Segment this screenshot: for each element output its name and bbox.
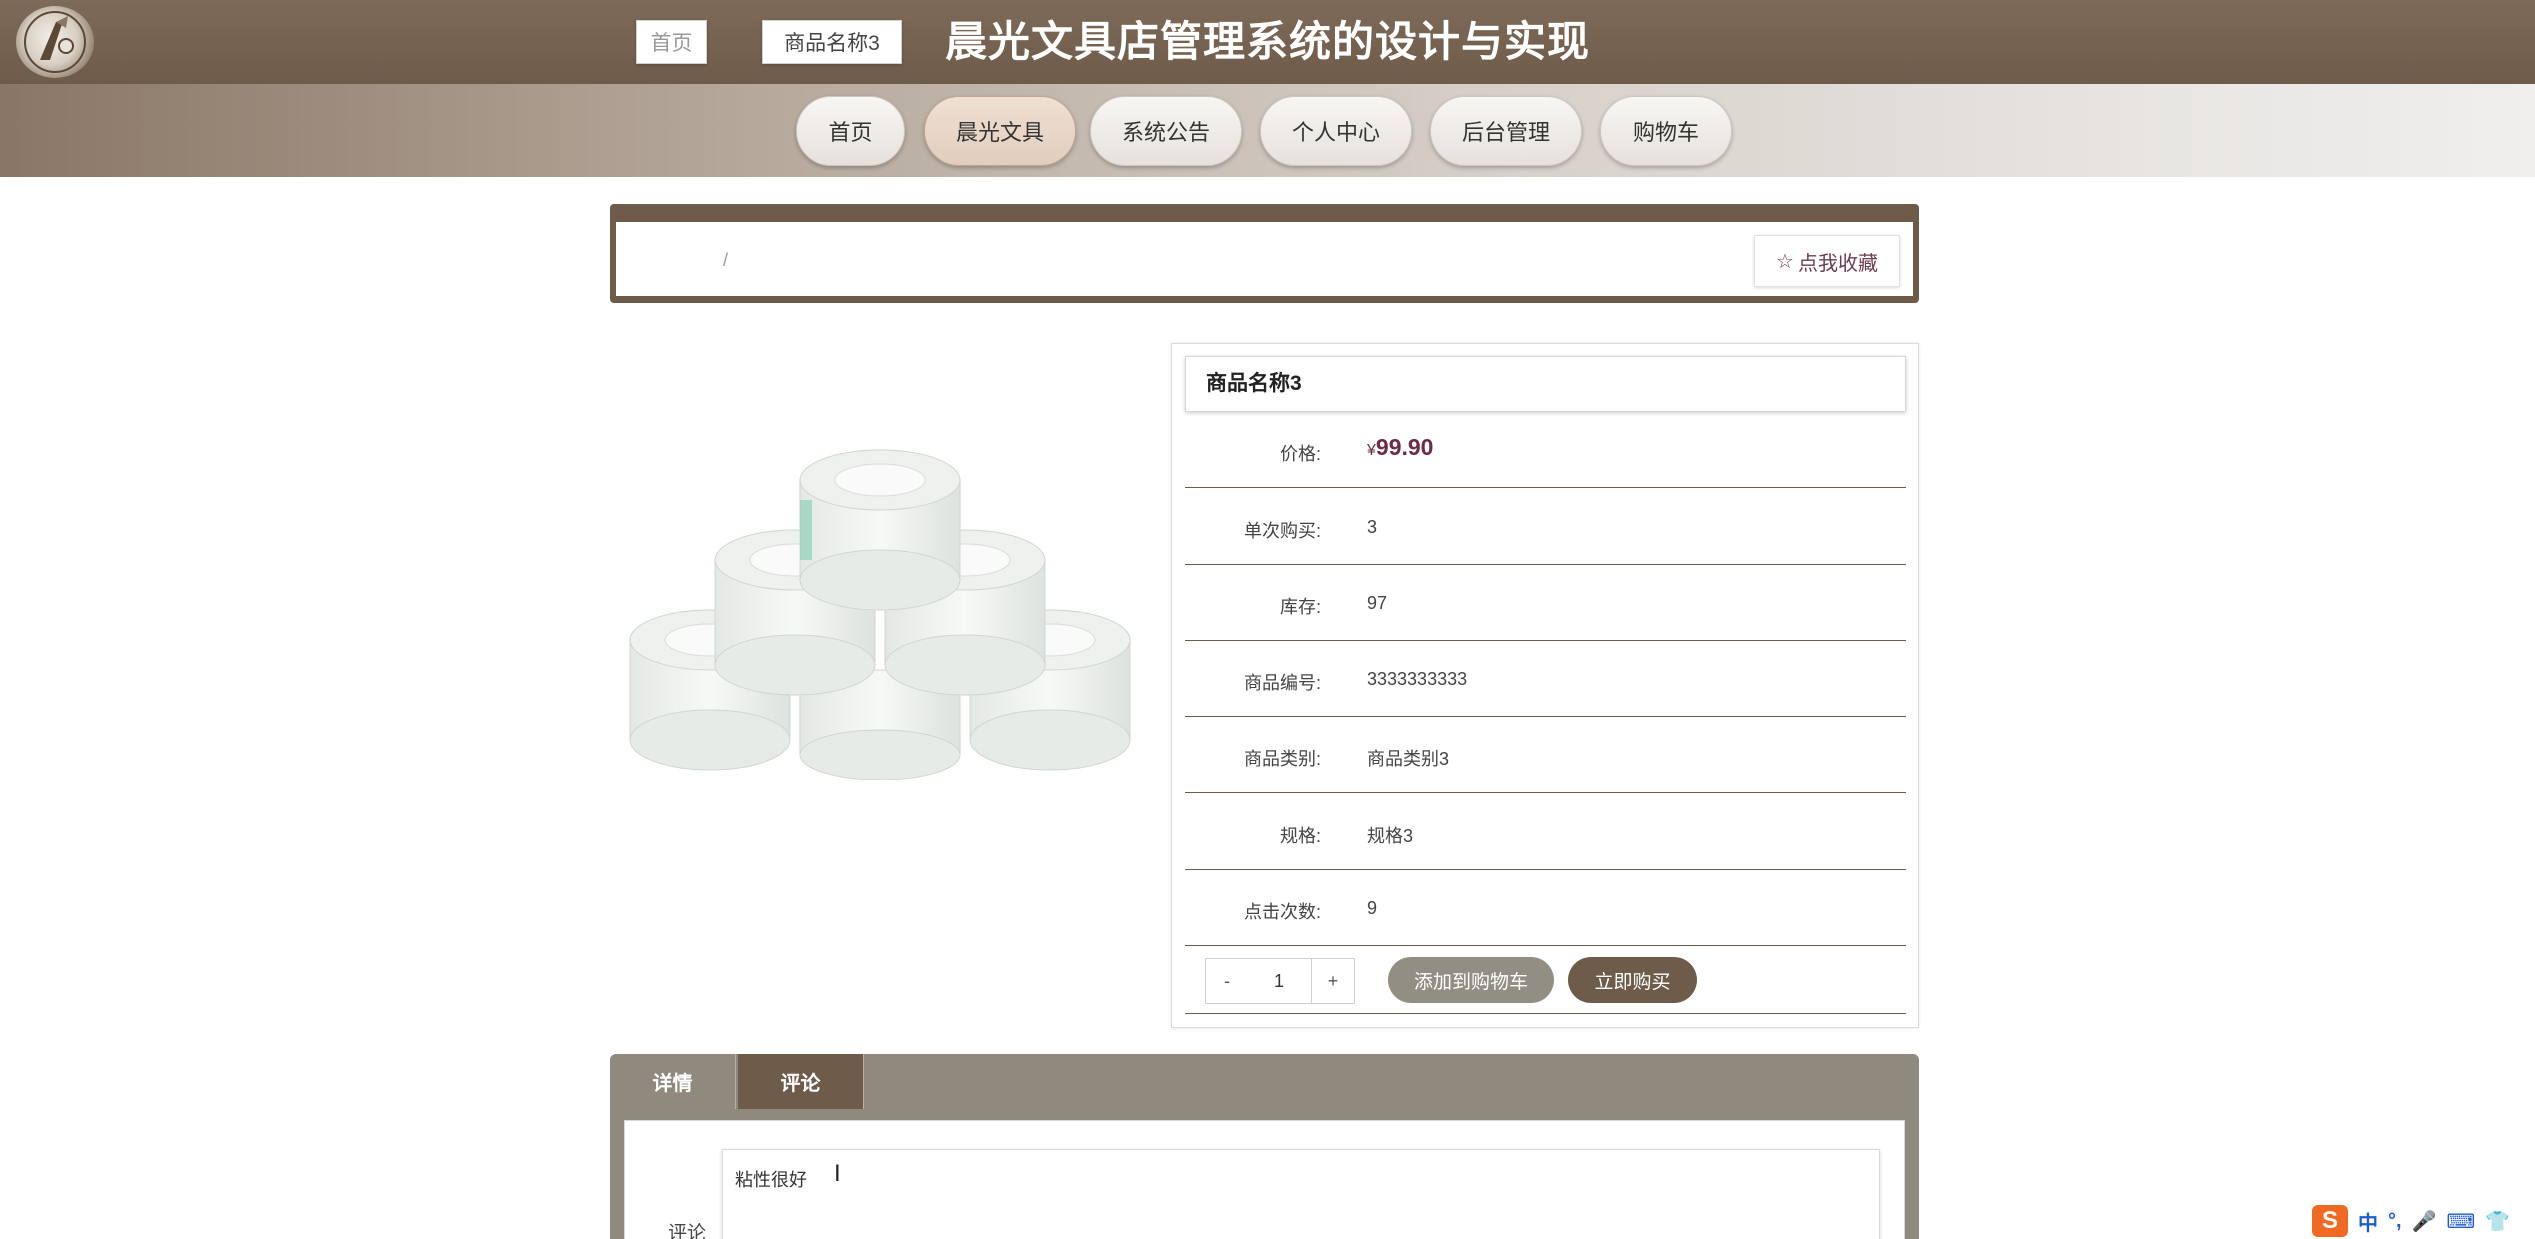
- purchase-limit-value: 3: [1367, 517, 1378, 537]
- click-count-label: 点击次数:: [1243, 902, 1321, 922]
- info-row-spec: 规格: 规格3: [1185, 794, 1906, 870]
- keyboard-icon[interactable]: ⌨: [2446, 1209, 2475, 1234]
- comment-textarea[interactable]: 粘性很好: [722, 1149, 1880, 1239]
- add-to-cart-button[interactable]: 添加到购物车: [1388, 957, 1554, 1003]
- info-row-product-code: 商品编号: 3333333333: [1185, 641, 1906, 717]
- breadcrumb-bar: [616, 222, 1913, 296]
- product-name: 商品名称3: [1185, 356, 1906, 412]
- info-row-stock: 库存: 97: [1185, 565, 1906, 641]
- product-code-value: 3333333333: [1367, 669, 1468, 689]
- quantity-decrease-button[interactable]: -: [1205, 958, 1249, 1004]
- nav-admin[interactable]: 后台管理: [1430, 96, 1582, 166]
- stock-label: 库存:: [1279, 597, 1321, 617]
- click-count-value: 9: [1367, 898, 1378, 918]
- comment-label: 评论: [668, 1223, 707, 1239]
- category-label: 商品类别:: [1243, 749, 1321, 769]
- breadcrumb-panel: [610, 204, 1919, 303]
- tape-rolls-image: [620, 440, 1140, 781]
- nav-chenguang-stationery[interactable]: 晨光文具: [924, 96, 1076, 166]
- spec-label: 规格:: [1279, 826, 1321, 846]
- ime-punctuation-icon[interactable]: °,: [2388, 1210, 2402, 1233]
- favorite-button[interactable]: ☆ 点我收藏: [1754, 235, 1900, 287]
- purchase-actions: - + 添加到购物车 立即购买: [1185, 948, 1906, 1014]
- info-row-purchase-limit: 单次购买: 3: [1185, 489, 1906, 565]
- shirt-icon[interactable]: 👕: [2485, 1209, 2510, 1234]
- ime-toolbar: S 中 °, 🎤 ⌨ 👕: [2312, 1203, 2535, 1239]
- ime-chinese-mode[interactable]: 中: [2358, 1207, 2378, 1236]
- buy-now-button[interactable]: 立即购买: [1568, 957, 1697, 1003]
- price-value: ¥99.90: [1367, 434, 1434, 460]
- info-row-category: 商品类别: 商品类别3: [1185, 717, 1906, 793]
- star-outline-icon: ☆: [1776, 250, 1794, 273]
- product-code-label: 商品编号:: [1243, 673, 1321, 693]
- favorite-label: 点我收藏: [1797, 252, 1878, 275]
- tab-comments[interactable]: 评论: [738, 1054, 864, 1109]
- nav-announcements[interactable]: 系统公告: [1090, 96, 1242, 166]
- price-label: 价格:: [1279, 444, 1321, 464]
- breadcrumb-current: 商品名称3: [762, 20, 902, 64]
- nav-cart[interactable]: 购物车: [1600, 96, 1732, 166]
- top-header: 晨光文具店管理系统的设计与实现: [0, 0, 2535, 84]
- sogou-logo-icon[interactable]: S: [2312, 1205, 2348, 1237]
- main-nav: 首页 晨光文具 系统公告 个人中心 后台管理 购物车: [0, 84, 2535, 177]
- spec-value: 规格3: [1367, 826, 1414, 846]
- info-row-price: 价格: ¥99.90: [1185, 412, 1906, 488]
- tab-details[interactable]: 详情: [610, 1054, 736, 1109]
- breadcrumb-home[interactable]: 首页: [636, 20, 707, 64]
- category-value: 商品类别3: [1367, 749, 1450, 769]
- site-title: 晨光文具店管理系统的设计与实现: [944, 18, 1590, 65]
- text-cursor-icon: I: [834, 1160, 841, 1187]
- mic-icon[interactable]: 🎤: [2412, 1209, 2437, 1234]
- stock-value: 97: [1367, 593, 1388, 613]
- quantity-input[interactable]: [1247, 958, 1311, 1004]
- info-row-click-count: 点击次数: 9: [1185, 870, 1906, 946]
- nav-personal-center[interactable]: 个人中心: [1260, 96, 1412, 166]
- breadcrumb-separator: /: [723, 250, 729, 270]
- purchase-limit-label: 单次购买:: [1243, 521, 1321, 541]
- quantity-increase-button[interactable]: +: [1311, 958, 1355, 1004]
- nav-home[interactable]: 首页: [796, 96, 905, 166]
